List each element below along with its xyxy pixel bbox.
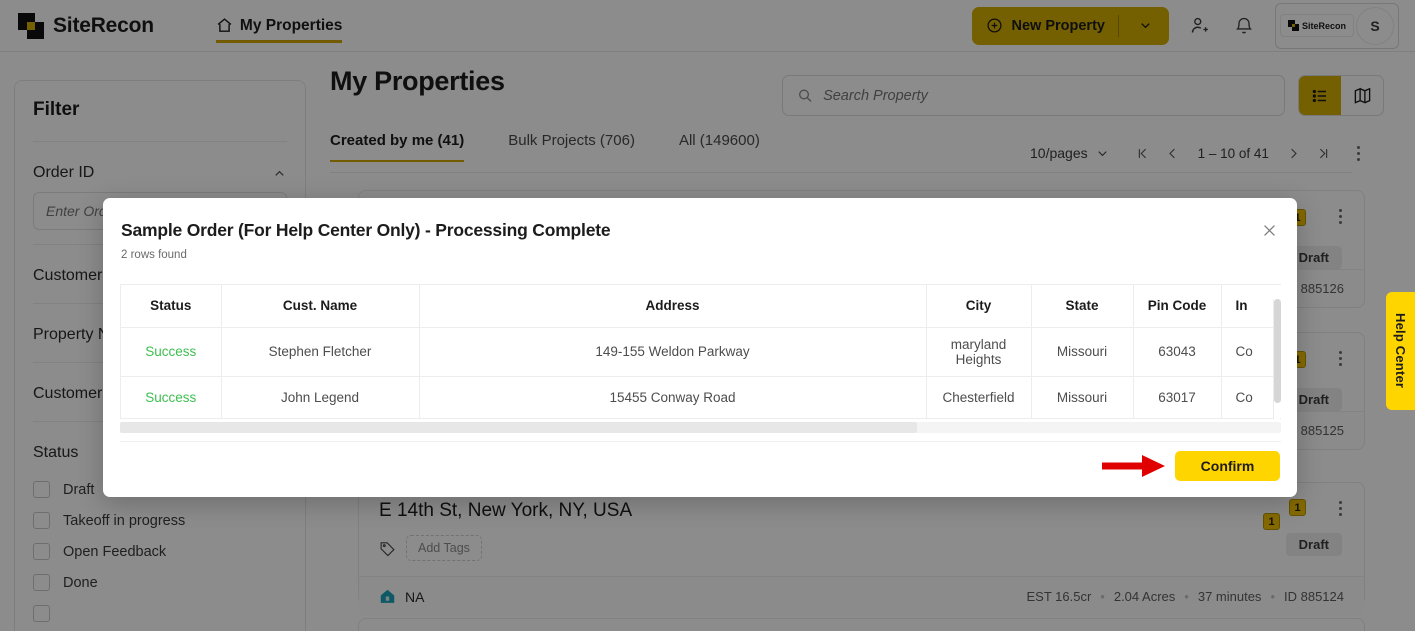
cell-status: Success <box>121 376 221 419</box>
cell-state: Missouri <box>1031 327 1133 376</box>
confirm-button[interactable]: Confirm <box>1175 451 1280 481</box>
cell-truncated: Co <box>1221 376 1281 419</box>
col-city: City <box>926 285 1031 327</box>
col-truncated: In <box>1221 285 1281 327</box>
x-icon <box>1261 222 1278 239</box>
modal-row-count: 2 rows found <box>103 241 1297 261</box>
col-pin-code: Pin Code <box>1133 285 1221 327</box>
app-root: SiteRecon My Properties New Property <box>0 0 1415 631</box>
col-cust-name: Cust. Name <box>221 285 419 327</box>
results-table-wrapper[interactable]: Status Cust. Name Address City State Pin… <box>120 284 1281 419</box>
annotation-arrow-icon <box>1102 453 1166 479</box>
modal-title: Sample Order (For Help Center Only) - Pr… <box>103 198 1297 241</box>
cell-pin-code: 63043 <box>1133 327 1221 376</box>
cell-truncated: Co <box>1221 327 1281 376</box>
cell-city: Chesterfield <box>926 376 1031 419</box>
cell-address: 149-155 Weldon Parkway <box>419 327 926 376</box>
table-row: Success John Legend 15455 Conway Road Ch… <box>121 376 1281 419</box>
cell-cust-name: Stephen Fletcher <box>221 327 419 376</box>
results-table: Status Cust. Name Address City State Pin… <box>121 285 1281 419</box>
table-header-row: Status Cust. Name Address City State Pin… <box>121 285 1281 327</box>
modal-footer-divider <box>120 441 1281 442</box>
table-vertical-scrollbar[interactable] <box>1273 299 1280 419</box>
cell-status: Success <box>121 327 221 376</box>
cell-address: 15455 Conway Road <box>419 376 926 419</box>
cell-cust-name: John Legend <box>221 376 419 419</box>
col-status: Status <box>121 285 221 327</box>
processing-complete-modal: Sample Order (For Help Center Only) - Pr… <box>103 198 1297 497</box>
cell-city: maryland Heights <box>926 327 1031 376</box>
help-center-label: Help Center <box>1393 313 1408 388</box>
close-icon[interactable] <box>1257 218 1281 242</box>
table-row: Success Stephen Fletcher 149-155 Weldon … <box>121 327 1281 376</box>
cell-state: Missouri <box>1031 376 1133 419</box>
col-state: State <box>1031 285 1133 327</box>
col-address: Address <box>419 285 926 327</box>
table-horizontal-scrollbar[interactable] <box>120 422 1281 433</box>
help-center-tab[interactable]: Help Center <box>1386 292 1415 410</box>
cell-pin-code: 63017 <box>1133 376 1221 419</box>
